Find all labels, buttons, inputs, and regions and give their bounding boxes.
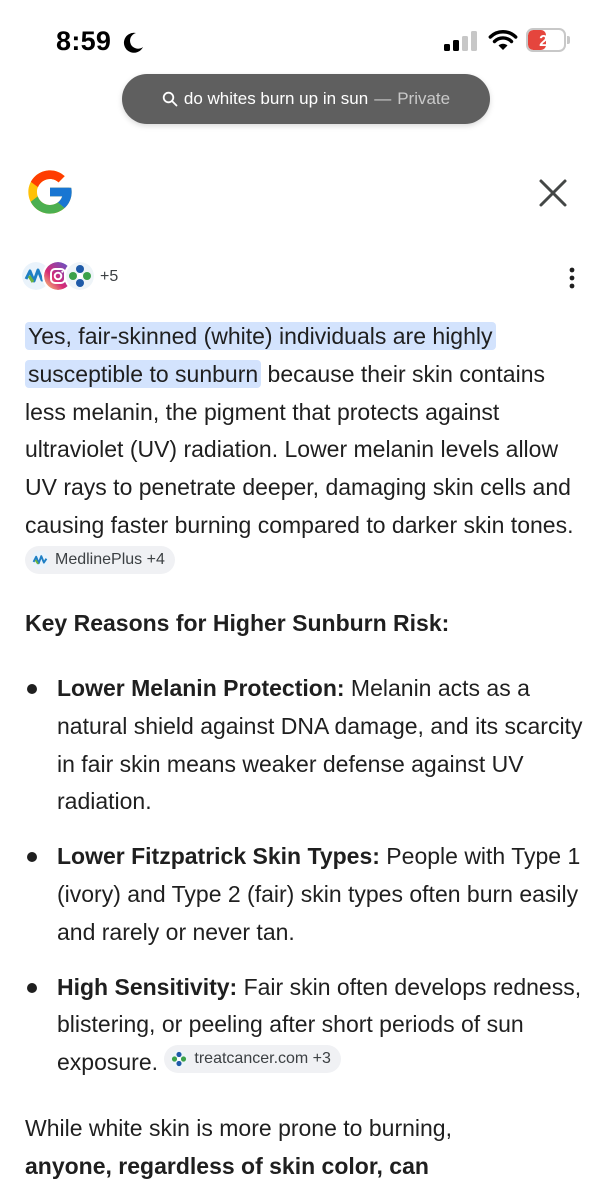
- reason-term: High Sensitivity:: [57, 973, 238, 1000]
- status-bar: 8:59 20: [0, 0, 612, 80]
- source-count: +5: [100, 268, 119, 285]
- list-item: High Sensitivity: Fair skin often develo…: [0, 969, 588, 1082]
- more-options-icon[interactable]: [562, 266, 582, 290]
- cellular-signal-icon: [444, 31, 477, 51]
- address-query: do whites burn up in sun: [183, 89, 369, 108]
- bullet-icon: [27, 684, 37, 694]
- source-icons[interactable]: +5: [20, 260, 140, 294]
- citation-chip-treatcancer[interactable]: treatcancer.com +3: [164, 1045, 341, 1074]
- section-title: Key Reasons for Higher Sunburn Risk:: [25, 610, 450, 636]
- moon-icon: [123, 32, 143, 53]
- list-item: Lower Melanin Protection: Melanin acts a…: [0, 670, 588, 821]
- close-icon[interactable]: [534, 174, 572, 212]
- ai-overview-answer: Yes, fair-skinned (white) individuals ar…: [25, 318, 585, 583]
- battery-icon: 20: [526, 28, 572, 52]
- battery-body: 20: [526, 28, 566, 52]
- treatcancer-icon: [64, 260, 96, 292]
- wifi-icon: [488, 30, 518, 50]
- closing-paragraph: While white skin is more prone to burnin…: [25, 1110, 585, 1186]
- closing-text: While white skin is more prone to burnin…: [25, 1115, 452, 1141]
- reasons-list: Lower Melanin Protection: Melanin acts a…: [0, 670, 612, 1099]
- citation-chip-medlineplus[interactable]: MedlinePlus +4: [25, 545, 175, 574]
- reason-term: Lower Fitzpatrick Skin Types:: [57, 843, 380, 870]
- search-icon: [162, 91, 178, 107]
- private-mode-label: Private: [397, 89, 451, 108]
- status-time: 8:59: [56, 26, 112, 56]
- battery-cap: [567, 36, 570, 44]
- bullet-icon: [27, 982, 37, 993]
- treatcancer-icon: [170, 1050, 189, 1069]
- battery-level: 20: [539, 33, 557, 50]
- bullet-icon: [27, 852, 37, 863]
- address-bar[interactable]: do whites burn up in sun — Private: [122, 74, 490, 124]
- list-item: Lower Fitzpatrick Skin Types: People wit…: [0, 838, 588, 951]
- citation-label: MedlinePlus +4: [55, 550, 165, 568]
- answer-highlight-line-2: susceptible to sunburn: [28, 360, 259, 387]
- reason-term: Lower Melanin Protection:: [57, 675, 345, 701]
- citation-label: treatcancer.com +3: [194, 1050, 331, 1068]
- answer-highlight-line-1: Yes, fair-skinned (white) individuals ar…: [28, 323, 493, 349]
- address-separator: —: [374, 89, 392, 108]
- google-g-icon[interactable]: [24, 166, 76, 218]
- medlineplus-icon: [31, 550, 49, 569]
- closing-bold: anyone, regardless of skin color, can: [25, 1152, 429, 1179]
